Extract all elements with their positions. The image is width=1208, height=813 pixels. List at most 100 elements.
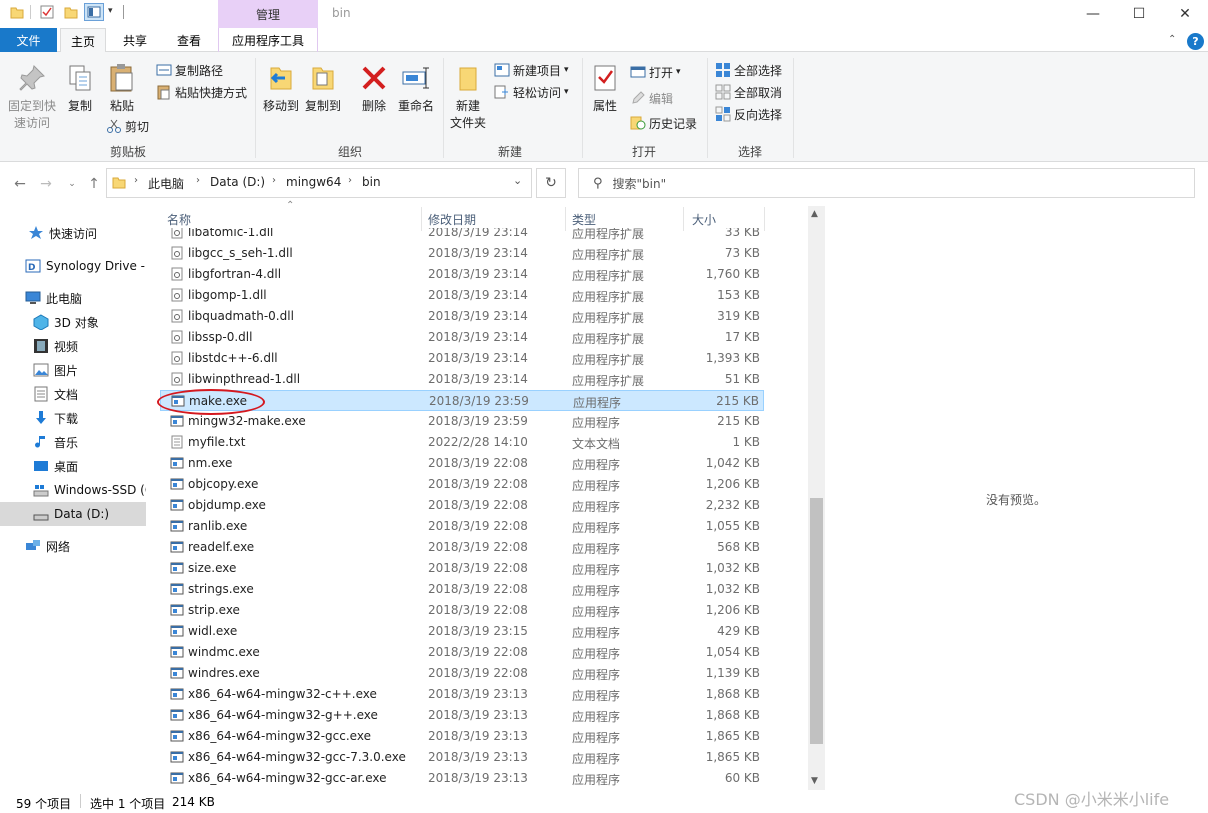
file-row[interactable]: x86_64-w64-mingw32-gcc-7.3.0.exe 2018/3/1… <box>160 747 764 768</box>
address-dropdown-icon[interactable]: ⌄ <box>513 174 522 187</box>
nav-item-desktop[interactable]: 桌面 <box>0 454 146 478</box>
back-arrow-icon[interactable]: ← <box>12 176 28 192</box>
properties-icon[interactable] <box>40 5 54 19</box>
select-all-icon <box>716 63 730 77</box>
nav-item-this-pc[interactable]: 此电脑 <box>0 286 146 310</box>
tab-file[interactable]: 文件 <box>0 28 57 52</box>
file-row[interactable]: libssp-0.dll 2018/3/19 23:14 应用程序扩展 17 KB <box>160 327 764 348</box>
copy-path-button[interactable]: 复制路径 <box>156 60 223 80</box>
paste-button[interactable]: 粘贴 <box>104 62 140 115</box>
delete-button[interactable]: 删除 <box>356 62 392 115</box>
file-row[interactable]: libgcc_s_seh-1.dll 2018/3/19 23:14 应用程序扩展 7… <box>160 243 764 264</box>
tab-home[interactable]: 主页 <box>60 28 106 53</box>
file-row[interactable]: libstdc++-6.dll 2018/3/19 23:14 应用程序扩展 1,39… <box>160 348 764 369</box>
file-row[interactable]: libgomp-1.dll 2018/3/19 23:14 应用程序扩展 153 KB <box>160 285 764 306</box>
file-type: 应用程序扩展 <box>572 228 645 241</box>
collapse-ribbon-icon[interactable]: ⌃ <box>1168 34 1176 45</box>
copy-button[interactable]: 复制 <box>62 62 98 115</box>
nav-item-videos[interactable]: 视频 <box>0 334 146 358</box>
new-folder-button[interactable]: 新建 文件夹 <box>448 62 488 132</box>
tab-view[interactable]: 查看 <box>164 28 214 52</box>
edit-button[interactable]: 编辑 <box>630 88 673 108</box>
cut-button[interactable]: 剪切 <box>106 116 149 136</box>
file-row[interactable]: objcopy.exe 2018/3/19 22:08 应用程序 1,206 KB <box>160 474 764 495</box>
breadcrumb-bin[interactable]: bin <box>362 175 381 189</box>
file-name: x86_64-w64-mingw32-g++.exe <box>188 708 378 722</box>
file-row[interactable]: ranlib.exe 2018/3/19 22:08 应用程序 1,055 KB <box>160 516 764 537</box>
rename-button[interactable]: 重命名 <box>396 62 436 115</box>
file-row[interactable]: nm.exe 2018/3/19 22:08 应用程序 1,042 KB <box>160 453 764 474</box>
recent-locations-icon[interactable]: ⌄ <box>64 176 80 192</box>
tab-share[interactable]: 共享 <box>110 28 160 52</box>
select-none-button[interactable]: 全部取消 <box>715 82 782 102</box>
manage-context-tab[interactable]: 管理 <box>218 0 318 28</box>
breadcrumb-data-d[interactable]: Data (D:) <box>210 175 265 189</box>
easy-access-button[interactable]: 轻松访问 ▾ <box>494 82 569 102</box>
file-row[interactable]: libgfortran-4.dll 2018/3/19 23:14 应用程序扩展 1,… <box>160 264 764 285</box>
layout-icon[interactable] <box>84 3 104 21</box>
nav-item-synology[interactable]: D Synology Drive - <box>0 254 146 278</box>
properties-button[interactable]: 属性 <box>588 62 622 115</box>
minimize-button[interactable]: — <box>1070 0 1116 28</box>
new-item-button[interactable]: 新建项目 ▾ <box>494 60 569 80</box>
select-all-button[interactable]: 全部选择 <box>715 60 782 80</box>
column-header-size[interactable]: 大小 <box>692 210 716 228</box>
breadcrumb-mingw64[interactable]: mingw64 <box>286 175 341 189</box>
nav-item-data-d[interactable]: Data (D:) <box>0 502 146 526</box>
help-icon[interactable]: ? <box>1187 33 1204 50</box>
file-row[interactable]: mingw32-make.exe 2018/3/19 23:59 应用程序 215 K… <box>160 411 764 432</box>
nav-item-quick-access[interactable]: 快速访问 <box>0 221 146 245</box>
file-row[interactable]: windmc.exe 2018/3/19 22:08 应用程序 1,054 KB <box>160 642 764 663</box>
forward-arrow-icon[interactable]: → <box>38 176 54 192</box>
column-header-date[interactable]: 修改日期 <box>428 210 476 228</box>
file-row[interactable]: strip.exe 2018/3/19 22:08 应用程序 1,206 KB <box>160 600 764 621</box>
customize-quick-access-icon[interactable]: ▾ <box>108 6 113 16</box>
file-row[interactable]: libwinpthread-1.dll 2018/3/19 23:14 应用程序扩展… <box>160 369 764 390</box>
open-button[interactable]: 打开 ▾ <box>630 62 681 82</box>
file-row[interactable]: x86_64-w64-mingw32-gcc-ar.exe 2018/3/19 2… <box>160 768 764 789</box>
file-row[interactable]: x86_64-w64-mingw32-gcc.exe 2018/3/19 23:1… <box>160 726 764 747</box>
breadcrumb-this-pc[interactable]: 此电脑 <box>148 175 184 192</box>
invert-selection-button[interactable]: 反向选择 <box>715 104 782 124</box>
tab-app-tools[interactable]: 应用程序工具 <box>218 28 318 52</box>
copy-to-button[interactable]: 复制到 <box>304 62 342 115</box>
new-folder-icon[interactable] <box>64 5 78 19</box>
maximize-button[interactable]: ☐ <box>1116 0 1162 28</box>
file-type: 应用程序扩展 <box>572 290 645 304</box>
file-row[interactable]: windres.exe 2018/3/19 22:08 应用程序 1,139 KB <box>160 663 764 684</box>
scroll-down-icon[interactable]: ▼ <box>811 776 818 786</box>
file-row[interactable]: myfile.txt 2022/2/28 14:10 文本文档 1 KB <box>160 432 764 453</box>
close-button[interactable]: ✕ <box>1162 0 1208 28</box>
history-button[interactable]: 历史记录 <box>630 113 697 133</box>
nav-item-pictures[interactable]: 图片 <box>0 358 146 382</box>
scrollbar-thumb[interactable] <box>810 498 823 744</box>
file-row[interactable]: x86_64-w64-mingw32-g++.exe 2018/3/19 23:1… <box>160 705 764 726</box>
nav-item-3d-objects[interactable]: 3D 对象 <box>0 310 146 334</box>
nav-item-windows-ssd[interactable]: Windows-SSD (C <box>0 478 146 502</box>
exe-file-icon <box>170 456 184 470</box>
file-row[interactable]: widl.exe 2018/3/19 23:15 应用程序 429 KB <box>160 621 764 642</box>
refresh-button[interactable]: ↻ <box>536 168 566 198</box>
move-to-button[interactable]: 移动到 <box>262 62 300 115</box>
column-header-name[interactable]: 名称 <box>167 210 191 228</box>
nav-item-downloads[interactable]: 下载 <box>0 406 146 430</box>
file-row[interactable]: objdump.exe 2018/3/19 22:08 应用程序 2,232 KB <box>160 495 764 516</box>
file-date: 2018/3/19 23:13 <box>428 750 528 764</box>
file-row[interactable]: size.exe 2018/3/19 22:08 应用程序 1,032 KB <box>160 558 764 579</box>
nav-item-music[interactable]: 音乐 <box>0 430 146 454</box>
nav-item-network[interactable]: 网络 <box>0 534 146 558</box>
nav-item-documents[interactable]: 文档 <box>0 382 146 406</box>
paste-shortcut-button[interactable]: 粘贴快捷方式 <box>156 82 247 102</box>
up-arrow-icon[interactable]: ↑ <box>86 176 102 192</box>
breadcrumb-separator-icon: › <box>196 175 200 186</box>
column-header-type[interactable]: 类型 <box>572 210 596 228</box>
file-row[interactable]: strings.exe 2018/3/19 22:08 应用程序 1,032 KB <box>160 579 764 600</box>
pin-to-quick-access-button[interactable]: 固定到快 速访问 <box>6 62 58 132</box>
file-row[interactable]: readelf.exe 2018/3/19 22:08 应用程序 568 KB <box>160 537 764 558</box>
clipboard-group-label: 剪贴板 <box>109 145 146 159</box>
file-row[interactable]: libatomic-1.dll 2018/3/19 23:14 应用程序扩展 33 K… <box>160 228 764 243</box>
file-row[interactable]: libquadmath-0.dll 2018/3/19 23:14 应用程序扩展 31… <box>160 306 764 327</box>
scroll-up-icon[interactable]: ▲ <box>811 209 818 219</box>
file-row[interactable]: x86_64-w64-mingw32-c++.exe 2018/3/19 23:1… <box>160 684 764 705</box>
search-input[interactable]: ⚲ 搜索"bin" <box>578 168 1195 198</box>
